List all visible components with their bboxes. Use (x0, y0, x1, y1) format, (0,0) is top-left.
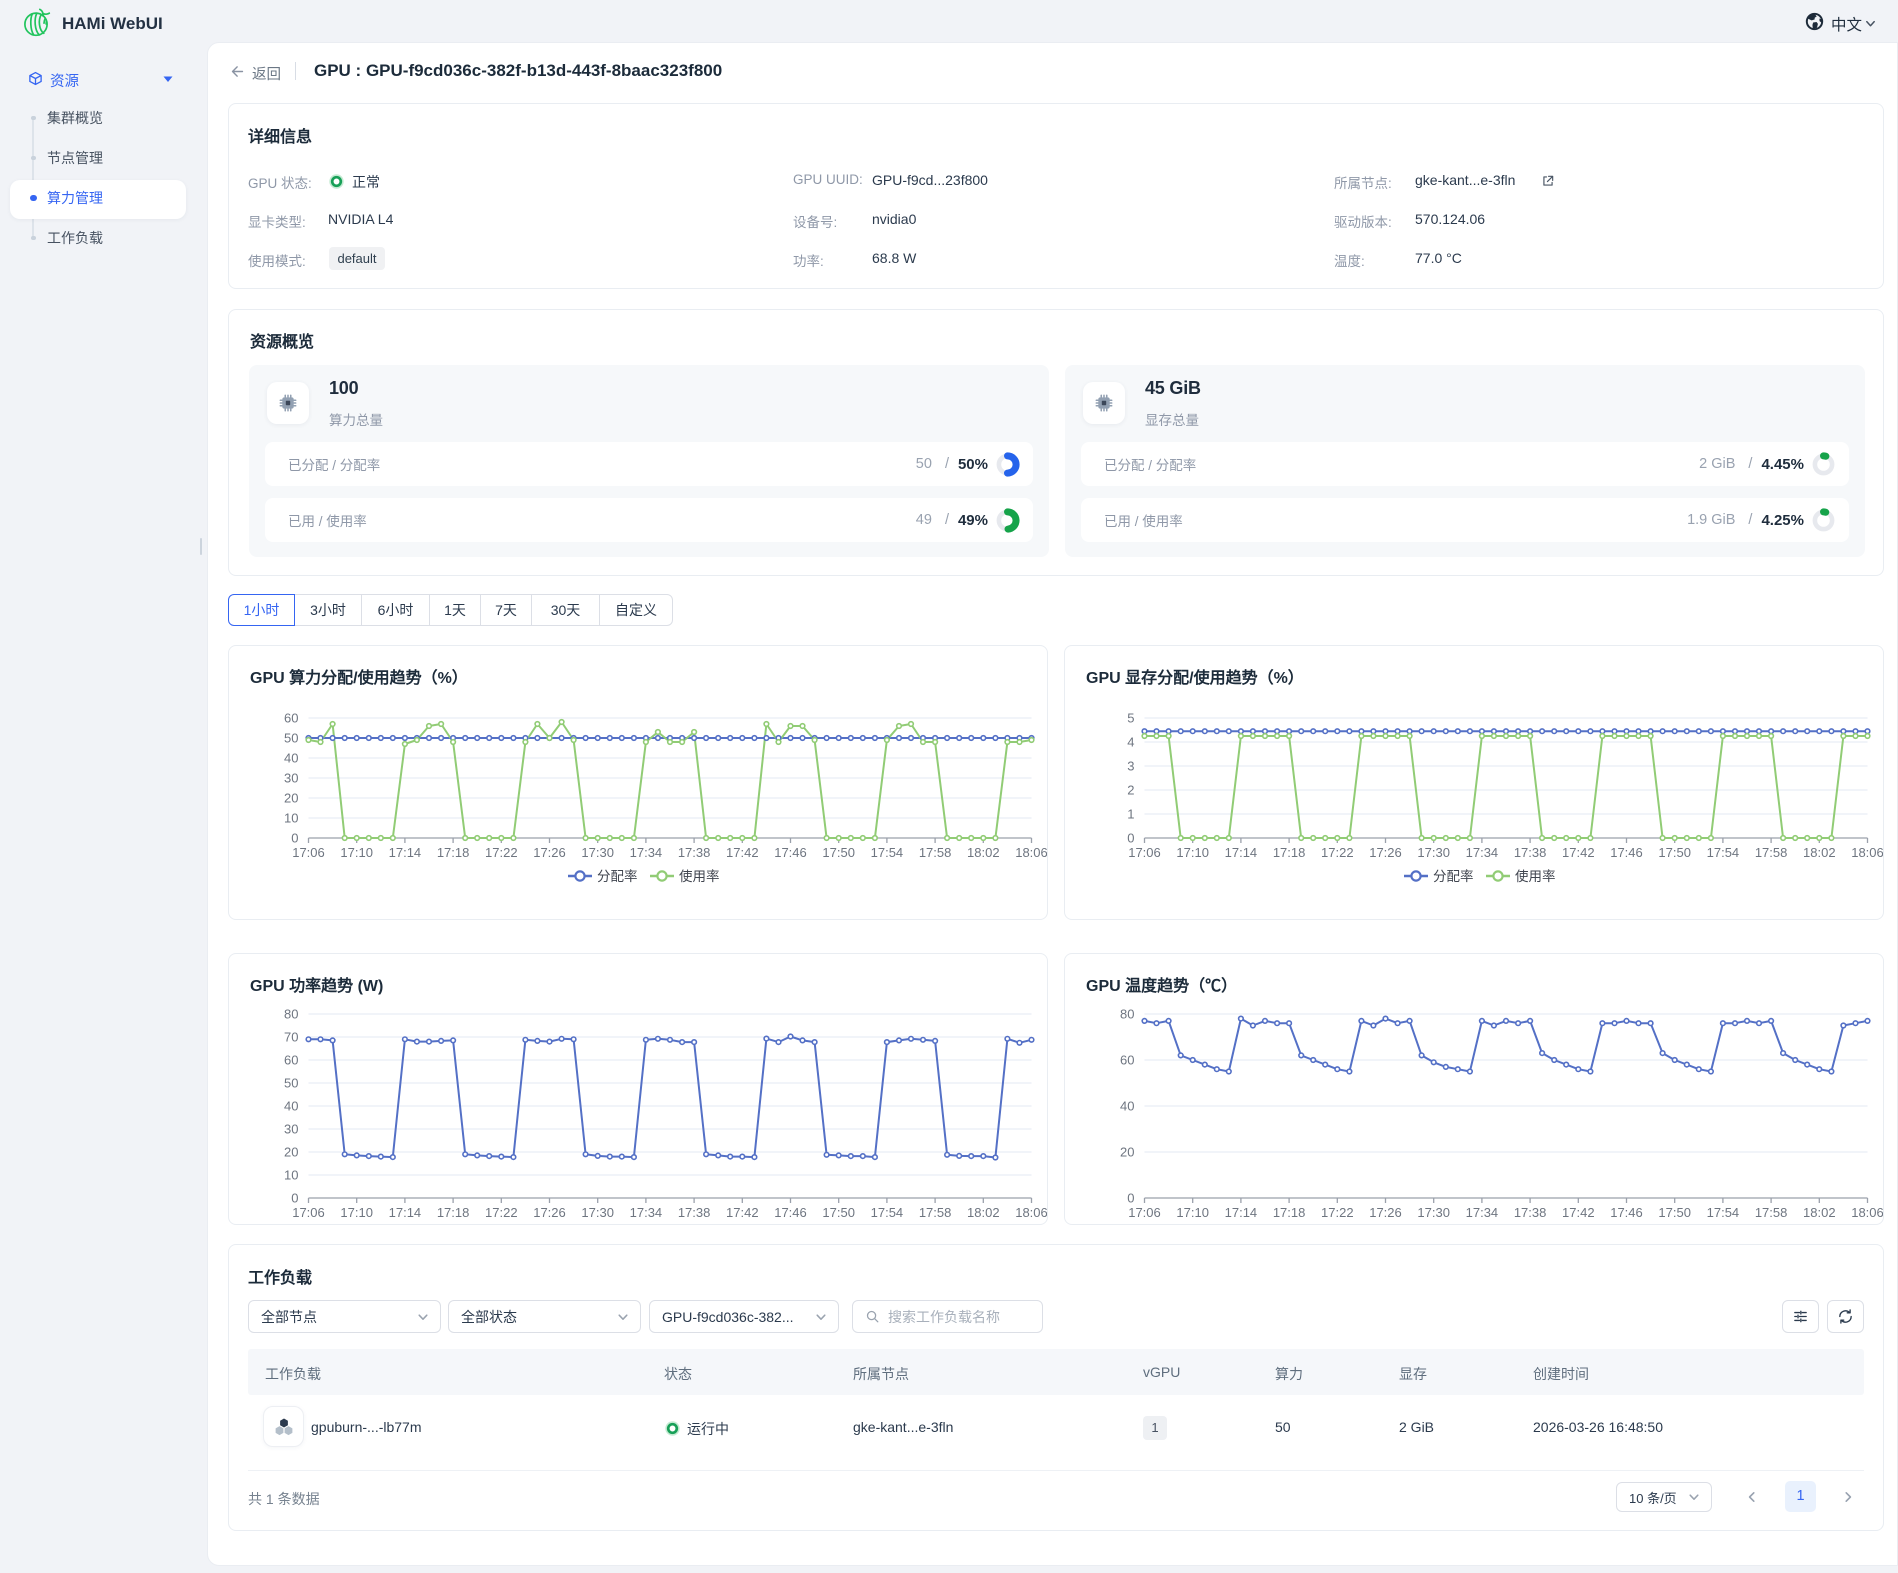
svg-text:80: 80 (1120, 1007, 1134, 1022)
svg-text:17:58: 17:58 (1755, 1205, 1788, 1220)
svg-text:18:06: 18:06 (1851, 845, 1883, 860)
svg-text:17:14: 17:14 (1225, 845, 1258, 860)
svg-text:17:06: 17:06 (1128, 1205, 1161, 1220)
svg-text:18:02: 18:02 (967, 845, 1000, 860)
svg-text:17:30: 17:30 (581, 845, 614, 860)
svg-text:17:30: 17:30 (1417, 845, 1450, 860)
svg-text:使用率: 使用率 (679, 868, 720, 884)
svg-text:17:18: 17:18 (1273, 1205, 1306, 1220)
svg-text:40: 40 (1120, 1099, 1134, 1114)
svg-text:30: 30 (284, 771, 298, 786)
svg-text:17:46: 17:46 (1610, 845, 1643, 860)
svg-text:0: 0 (291, 1191, 298, 1206)
svg-text:17:54: 17:54 (1707, 1205, 1740, 1220)
svg-text:3: 3 (1127, 759, 1134, 774)
svg-text:17:26: 17:26 (533, 1205, 566, 1220)
svg-text:使用率: 使用率 (1515, 868, 1556, 884)
svg-text:17:50: 17:50 (822, 1205, 855, 1220)
svg-text:17:18: 17:18 (437, 845, 470, 860)
svg-text:17:10: 17:10 (340, 1205, 373, 1220)
svg-text:17:14: 17:14 (389, 1205, 422, 1220)
svg-text:17:18: 17:18 (437, 1205, 470, 1220)
svg-text:18:06: 18:06 (1015, 1205, 1047, 1220)
svg-text:17:30: 17:30 (581, 1205, 614, 1220)
svg-text:17:10: 17:10 (1176, 1205, 1209, 1220)
svg-text:20: 20 (1120, 1145, 1134, 1160)
svg-text:40: 40 (284, 1099, 298, 1114)
svg-text:17:42: 17:42 (1562, 845, 1595, 860)
svg-text:17:10: 17:10 (340, 845, 373, 860)
svg-text:17:58: 17:58 (919, 1205, 952, 1220)
svg-text:17:50: 17:50 (1658, 1205, 1691, 1220)
svg-text:10: 10 (284, 1168, 298, 1183)
svg-text:18:02: 18:02 (967, 1205, 1000, 1220)
svg-text:0: 0 (1127, 1191, 1134, 1206)
svg-text:17:54: 17:54 (871, 1205, 904, 1220)
svg-text:70: 70 (284, 1030, 298, 1045)
svg-text:17:58: 17:58 (919, 845, 952, 860)
svg-text:40: 40 (284, 751, 298, 766)
svg-text:17:14: 17:14 (1225, 1205, 1258, 1220)
svg-text:10: 10 (284, 811, 298, 826)
svg-text:17:06: 17:06 (292, 845, 325, 860)
svg-text:17:34: 17:34 (1466, 1205, 1499, 1220)
svg-text:17:10: 17:10 (1176, 845, 1209, 860)
svg-text:17:06: 17:06 (1128, 845, 1161, 860)
svg-text:17:54: 17:54 (1707, 845, 1740, 860)
svg-text:50: 50 (284, 731, 298, 746)
svg-text:0: 0 (291, 831, 298, 846)
svg-text:17:26: 17:26 (1369, 1205, 1402, 1220)
svg-text:60: 60 (284, 1053, 298, 1068)
svg-text:1: 1 (1127, 807, 1134, 822)
svg-text:分配率: 分配率 (1433, 868, 1474, 884)
svg-text:4: 4 (1127, 735, 1134, 750)
svg-text:17:22: 17:22 (485, 1205, 518, 1220)
svg-text:18:06: 18:06 (1851, 1205, 1883, 1220)
svg-text:20: 20 (284, 1145, 298, 1160)
svg-text:17:26: 17:26 (533, 845, 566, 860)
svg-text:17:42: 17:42 (726, 845, 759, 860)
svg-text:17:34: 17:34 (1466, 845, 1499, 860)
svg-text:18:02: 18:02 (1803, 1205, 1836, 1220)
svg-text:17:14: 17:14 (389, 845, 422, 860)
svg-text:17:26: 17:26 (1369, 845, 1402, 860)
svg-text:17:58: 17:58 (1755, 845, 1788, 860)
svg-text:分配率: 分配率 (597, 868, 638, 884)
svg-text:18:02: 18:02 (1803, 845, 1836, 860)
svg-text:17:38: 17:38 (1514, 1205, 1547, 1220)
svg-text:17:38: 17:38 (678, 845, 711, 860)
svg-text:17:38: 17:38 (678, 1205, 711, 1220)
svg-text:0: 0 (1127, 831, 1134, 846)
svg-text:17:34: 17:34 (630, 845, 663, 860)
svg-text:60: 60 (1120, 1053, 1134, 1068)
svg-text:80: 80 (284, 1007, 298, 1022)
svg-text:20: 20 (284, 791, 298, 806)
svg-text:17:46: 17:46 (1610, 1205, 1643, 1220)
svg-text:5: 5 (1127, 711, 1134, 726)
svg-text:17:46: 17:46 (774, 1205, 807, 1220)
svg-text:17:22: 17:22 (485, 845, 518, 860)
svg-text:17:54: 17:54 (871, 845, 904, 860)
svg-text:17:42: 17:42 (1562, 1205, 1595, 1220)
svg-text:17:38: 17:38 (1514, 845, 1547, 860)
svg-text:2: 2 (1127, 783, 1134, 798)
svg-text:17:50: 17:50 (822, 845, 855, 860)
svg-text:17:46: 17:46 (774, 845, 807, 860)
svg-text:17:22: 17:22 (1321, 845, 1354, 860)
svg-text:17:42: 17:42 (726, 1205, 759, 1220)
svg-text:30: 30 (284, 1122, 298, 1137)
svg-text:17:30: 17:30 (1417, 1205, 1450, 1220)
svg-text:17:22: 17:22 (1321, 1205, 1354, 1220)
svg-text:50: 50 (284, 1076, 298, 1091)
svg-text:17:50: 17:50 (1658, 845, 1691, 860)
svg-text:17:06: 17:06 (292, 1205, 325, 1220)
svg-text:18:06: 18:06 (1015, 845, 1047, 860)
svg-text:60: 60 (284, 711, 298, 726)
svg-text:17:34: 17:34 (630, 1205, 663, 1220)
svg-text:17:18: 17:18 (1273, 845, 1306, 860)
